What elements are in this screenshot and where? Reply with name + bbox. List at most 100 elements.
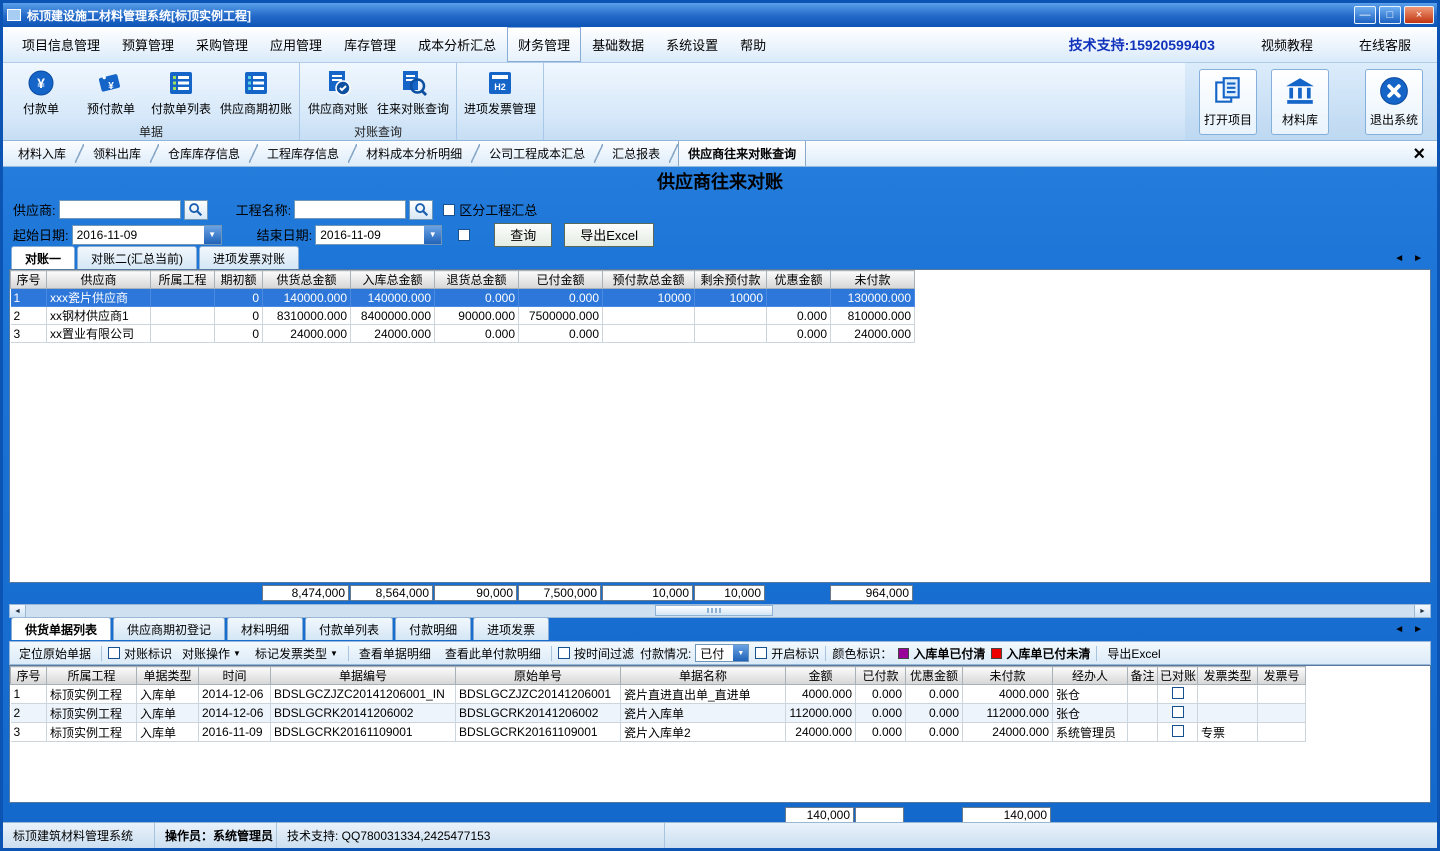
column-header[interactable]: 已对账 — [1158, 667, 1198, 685]
table-row[interactable]: 1标顶实例工程入库单2014-12-06BDSLGCZJZC2014120600… — [11, 685, 1306, 704]
invoice-manage-button[interactable]: H2进项发票管理 — [460, 65, 540, 123]
workspace-tab[interactable]: 仓库库存信息 — [159, 141, 249, 166]
query-button[interactable]: 查询 — [494, 223, 552, 247]
reconcile-search-button[interactable]: 往来对账查询 — [373, 65, 453, 123]
column-header[interactable]: 供货总金额 — [263, 271, 351, 289]
close-workspace-tab-icon[interactable]: × — [1413, 144, 1425, 164]
column-header[interactable]: 金额 — [786, 667, 856, 685]
table-row[interactable]: 3标顶实例工程入库单2016-11-09BDSLGCRK20161109001B… — [11, 723, 1306, 742]
start-date-picker[interactable]: 2016-11-09 ▼ — [72, 225, 222, 245]
workspace-tab[interactable]: 公司工程成本汇总 — [480, 141, 594, 166]
column-header[interactable]: 退货总金额 — [435, 271, 519, 289]
menu-item[interactable]: 成本分析汇总 — [407, 27, 507, 62]
subtab[interactable]: 付款明细 — [395, 617, 471, 640]
table-row[interactable]: 3xx置业有限公司024000.00024000.0000.0000.0000.… — [11, 325, 915, 343]
column-header[interactable]: 单据类型 — [137, 667, 199, 685]
subtab[interactable]: 材料明细 — [227, 617, 303, 640]
workspace-tab[interactable]: 材料入库 — [9, 141, 75, 166]
column-header[interactable]: 发票类型 — [1198, 667, 1258, 685]
workspace-tab[interactable]: 工程库存信息 — [258, 141, 348, 166]
prepayment-button[interactable]: ¥预付款单 — [76, 65, 146, 123]
online-service-link[interactable]: 在线客服 — [1359, 35, 1411, 54]
workspace-tab[interactable]: 领料出库 — [84, 141, 150, 166]
time-filter-checkbox[interactable] — [558, 647, 570, 659]
supplier-opening-button[interactable]: 供应商期初账 — [216, 65, 296, 123]
enable-flag-checkbox[interactable] — [755, 647, 767, 659]
column-header[interactable]: 时间 — [199, 667, 271, 685]
project-input[interactable] — [294, 200, 406, 219]
column-header[interactable]: 期初额 — [215, 271, 263, 289]
secondary-filter-checkbox[interactable] — [458, 229, 470, 241]
subtab[interactable]: 进项发票对账 — [199, 246, 299, 269]
column-header[interactable]: 已付金额 — [519, 271, 603, 289]
menu-item[interactable]: 系统设置 — [655, 27, 729, 62]
subtab[interactable]: 供应商期初登记 — [113, 617, 225, 640]
column-header[interactable]: 经办人 — [1053, 667, 1128, 685]
open-project-button[interactable]: 打开项目 — [1199, 69, 1257, 135]
mark-invoice-type-button[interactable]: 标记发票类型 ▼ — [251, 643, 342, 664]
dropdown-icon[interactable]: ▼ — [204, 226, 221, 244]
scroll-right-icon[interactable]: ► — [1413, 624, 1423, 635]
table-row[interactable]: 2xx钢材供应商108310000.0008400000.00090000.00… — [11, 307, 915, 325]
scroll-left-icon[interactable]: ◄ — [1394, 624, 1404, 635]
scroll-right-button[interactable]: ► — [1414, 605, 1430, 617]
column-header[interactable]: 备注 — [1128, 667, 1158, 685]
reconcile-flag-checkbox[interactable] — [108, 647, 120, 659]
column-header[interactable]: 已付款 — [856, 667, 906, 685]
export-excel-button[interactable]: 导出Excel — [564, 223, 654, 247]
bottom-export-excel-button[interactable]: 导出Excel — [1103, 643, 1164, 664]
column-header[interactable]: 发票号 — [1258, 667, 1306, 685]
reconcile-menu-button[interactable]: 对账操作 ▼ — [178, 643, 245, 664]
column-header[interactable]: 序号 — [11, 667, 47, 685]
payment-status-combo[interactable]: 已付 ▼ — [695, 644, 749, 662]
column-header[interactable]: 供应商 — [47, 271, 151, 289]
scroll-right-icon[interactable]: ► — [1413, 253, 1423, 264]
horizontal-scrollbar[interactable]: ◄ ► — [9, 604, 1431, 618]
payment-list-button[interactable]: 付款单列表 — [146, 65, 216, 123]
menu-item[interactable]: 采购管理 — [185, 27, 259, 62]
dropdown-icon[interactable]: ▼ — [733, 645, 748, 661]
column-header[interactable]: 优惠金额 — [767, 271, 831, 289]
end-date-picker[interactable]: 2016-11-09 ▼ — [315, 225, 442, 245]
scroll-left-icon[interactable]: ◄ — [1394, 253, 1404, 264]
exit-system-button[interactable]: 退出系统 — [1365, 69, 1423, 135]
view-detail-button[interactable]: 查看单据明细 — [355, 643, 435, 664]
column-header[interactable]: 未付款 — [831, 271, 915, 289]
menu-item[interactable]: 基础数据 — [581, 27, 655, 62]
locate-original-button[interactable]: 定位原始单据 — [15, 643, 95, 664]
column-header[interactable]: 单据编号 — [271, 667, 456, 685]
column-header[interactable]: 未付款 — [963, 667, 1053, 685]
supplier-reconcile-button[interactable]: 供应商对账 — [303, 65, 373, 123]
view-payment-detail-button[interactable]: 查看此单付款明细 — [441, 643, 545, 664]
project-search-button[interactable] — [409, 200, 433, 220]
menu-item[interactable]: 帮助 — [729, 27, 777, 62]
subtab[interactable]: 对账二(汇总当前) — [77, 246, 197, 269]
column-header[interactable]: 原始单号 — [456, 667, 621, 685]
supplier-input[interactable] — [59, 200, 181, 219]
table-row[interactable]: 1xxx瓷片供应商0140000.000140000.0000.0000.000… — [11, 289, 915, 307]
menu-item[interactable]: 项目信息管理 — [11, 27, 111, 62]
workspace-tab[interactable]: 汇总报表 — [603, 141, 669, 166]
column-header[interactable]: 优惠金额 — [906, 667, 963, 685]
scroll-thumb[interactable] — [655, 605, 773, 616]
supplier-search-button[interactable] — [184, 200, 208, 220]
payment-button[interactable]: ¥付款单 — [6, 65, 76, 123]
reconciled-checkbox[interactable] — [1172, 725, 1184, 737]
column-header[interactable]: 入库总金额 — [351, 271, 435, 289]
subtab[interactable]: 进项发票 — [473, 617, 549, 640]
minimize-button[interactable]: — — [1354, 6, 1376, 24]
subtab[interactable]: 对账一 — [11, 246, 75, 269]
workspace-tab[interactable]: 材料成本分析明细 — [357, 141, 471, 166]
close-button[interactable]: × — [1404, 6, 1434, 24]
subtab[interactable]: 付款单列表 — [305, 617, 393, 640]
menu-item[interactable]: 财务管理 — [507, 27, 581, 62]
scroll-left-button[interactable]: ◄ — [10, 605, 26, 617]
column-header[interactable]: 序号 — [11, 271, 47, 289]
split-project-checkbox[interactable] — [443, 204, 455, 216]
column-header[interactable]: 所属工程 — [151, 271, 215, 289]
video-tutorial-link[interactable]: 视频教程 — [1261, 35, 1313, 54]
restore-button[interactable]: □ — [1379, 6, 1401, 24]
workspace-tab[interactable]: 供应商往来对账查询 — [678, 141, 806, 166]
column-header[interactable]: 单据名称 — [621, 667, 786, 685]
column-header[interactable]: 剩余预付款 — [695, 271, 767, 289]
